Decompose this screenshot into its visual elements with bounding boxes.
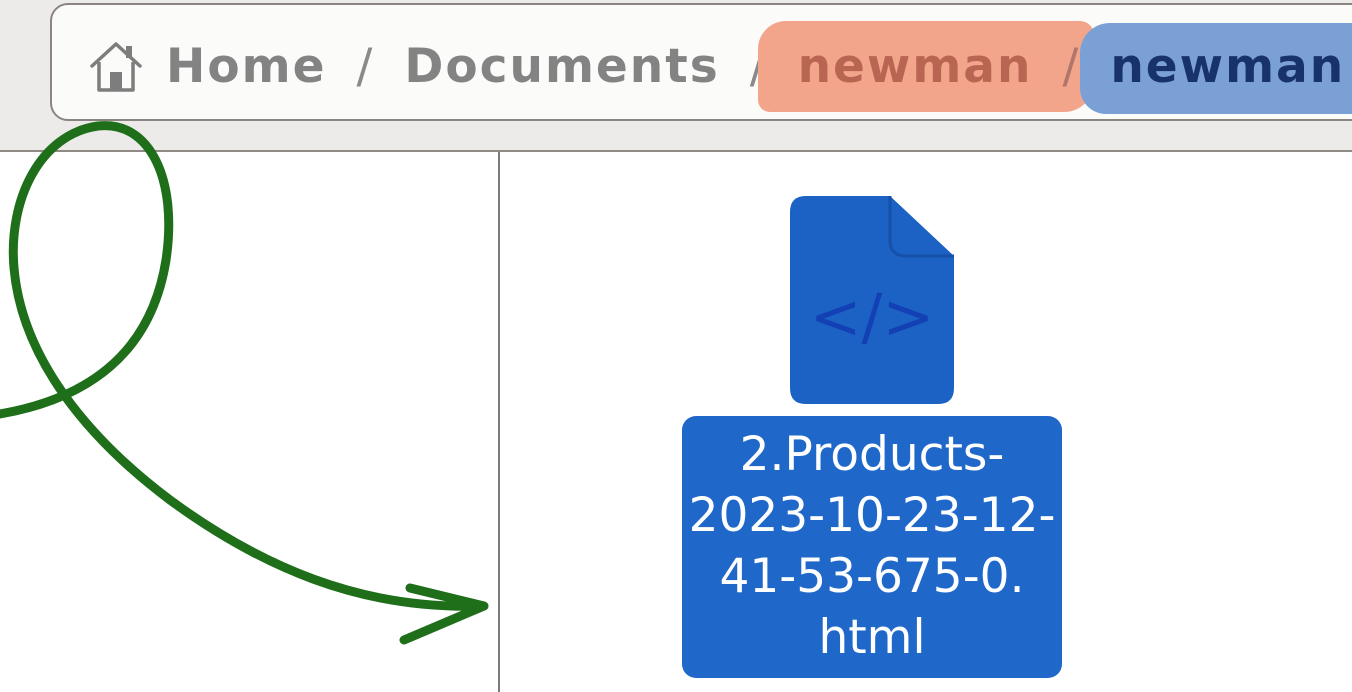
breadcrumb-parent-newman[interactable]: newman bbox=[798, 39, 1033, 94]
home-icon[interactable] bbox=[86, 36, 146, 96]
breadcrumb-documents[interactable]: Documents bbox=[404, 39, 719, 94]
breadcrumb-separator: / bbox=[1062, 38, 1081, 94]
file-view: </> 2.Products- 2023-10-23-12- 41-53-675… bbox=[500, 152, 1352, 692]
file-name-line: 41-53-675-0. bbox=[719, 549, 1025, 604]
file-name-line: 2023-10-23-12- bbox=[688, 488, 1056, 543]
file-name-label[interactable]: 2.Products- 2023-10-23-12- 41-53-675-0. … bbox=[682, 416, 1062, 678]
header-bar: Home / Documents / newman / newman bbox=[0, 0, 1352, 152]
breadcrumb-separator: / bbox=[356, 38, 375, 94]
html-file-icon: </> bbox=[790, 196, 954, 404]
breadcrumb-home[interactable]: Home bbox=[166, 39, 326, 94]
code-glyph: </> bbox=[810, 280, 935, 353]
file-name-line: html bbox=[818, 610, 926, 665]
breadcrumb: Home / Documents / newman / newman bbox=[86, 28, 1345, 104]
sidebar bbox=[0, 152, 500, 692]
file-manager-window: Home / Documents / newman / newman </> 2… bbox=[0, 0, 1352, 692]
breadcrumb-current-newman[interactable]: newman bbox=[1110, 39, 1345, 94]
file-name-line: 2.Products- bbox=[739, 427, 1005, 482]
